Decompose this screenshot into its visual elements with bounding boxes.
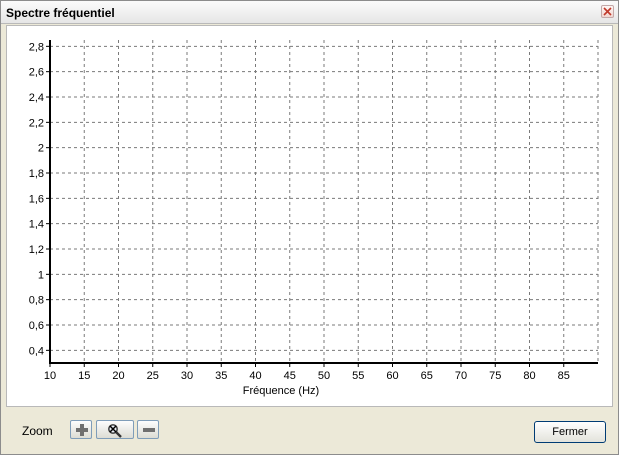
x-tick-label: 65 [421,370,433,382]
x-tick-label: 30 [181,370,193,382]
spectrum-plot-panel: 10 15 20 25 30 35 40 45 50 55 60 65 70 75 80 85 0,4 0,6 0,… [6,25,613,407]
y-tick-label: 1,8 [29,168,44,180]
plus-icon [76,424,88,436]
zoom-label: Zoom [22,424,53,438]
window-title: Spectre fréquentiel [6,6,115,20]
zoom-in-button[interactable] [70,420,92,439]
spectrum-chart[interactable]: 10 15 20 25 30 35 40 45 50 55 60 65 70 75 80 85 0,4 0,6 0,… [7,26,612,406]
close-button[interactable]: Fermer [534,421,606,443]
x-tick-label: 50 [318,370,330,382]
x-tick-label: 60 [386,370,398,382]
window-close-button[interactable] [601,5,614,18]
y-tick-label: 2,6 [29,67,44,79]
y-tick-label: 0,6 [29,320,44,332]
zoom-toolbar: Zoom Fermer [1,411,618,454]
y-tick-label: 2,8 [29,41,44,53]
grid-layer [50,40,599,363]
x-tick-label: 80 [523,370,535,382]
magnifier-x-icon [108,424,122,438]
x-tick-label: 70 [455,370,467,382]
title-bar: Spectre fréquentiel [1,1,618,24]
y-tick-label: 1,2 [29,244,44,256]
x-tick-label: 20 [112,370,124,382]
x-tick-label: 45 [284,370,296,382]
y-tick-label: 0,4 [29,345,44,357]
spectrum-window: Spectre fréquentiel 10 15 20 25 30 35 40 45 50 55… [0,0,619,455]
y-tick-label: 2 [38,143,44,155]
y-tick-label: 1,4 [29,219,44,231]
x-tick-label: 85 [558,370,570,382]
x-tick-label: 10 [44,370,56,382]
x-tick-label: 40 [249,370,261,382]
y-tick-label: 0,8 [29,295,44,307]
zoom-reset-button[interactable] [96,420,134,439]
y-tick-label: 2,2 [29,117,44,129]
x-tick-label: 75 [489,370,501,382]
x-tick-label: 15 [78,370,90,382]
close-icon [603,7,612,16]
tick-labels: 10 15 20 25 30 35 40 45 50 55 60 65 70 75 80 85 0,4 0,6 0,… [29,41,570,382]
y-tick-label: 2,4 [29,92,44,104]
minus-icon [143,428,155,432]
x-axis-label: Fréquence (Hz) [243,385,319,397]
x-tick-label: 55 [352,370,364,382]
y-tick-label: 1,6 [29,193,44,205]
x-tick-label: 35 [215,370,227,382]
x-tick-label: 25 [147,370,159,382]
y-tick-label: 1 [38,269,44,281]
axes-layer [46,40,598,367]
zoom-out-button[interactable] [137,420,159,439]
